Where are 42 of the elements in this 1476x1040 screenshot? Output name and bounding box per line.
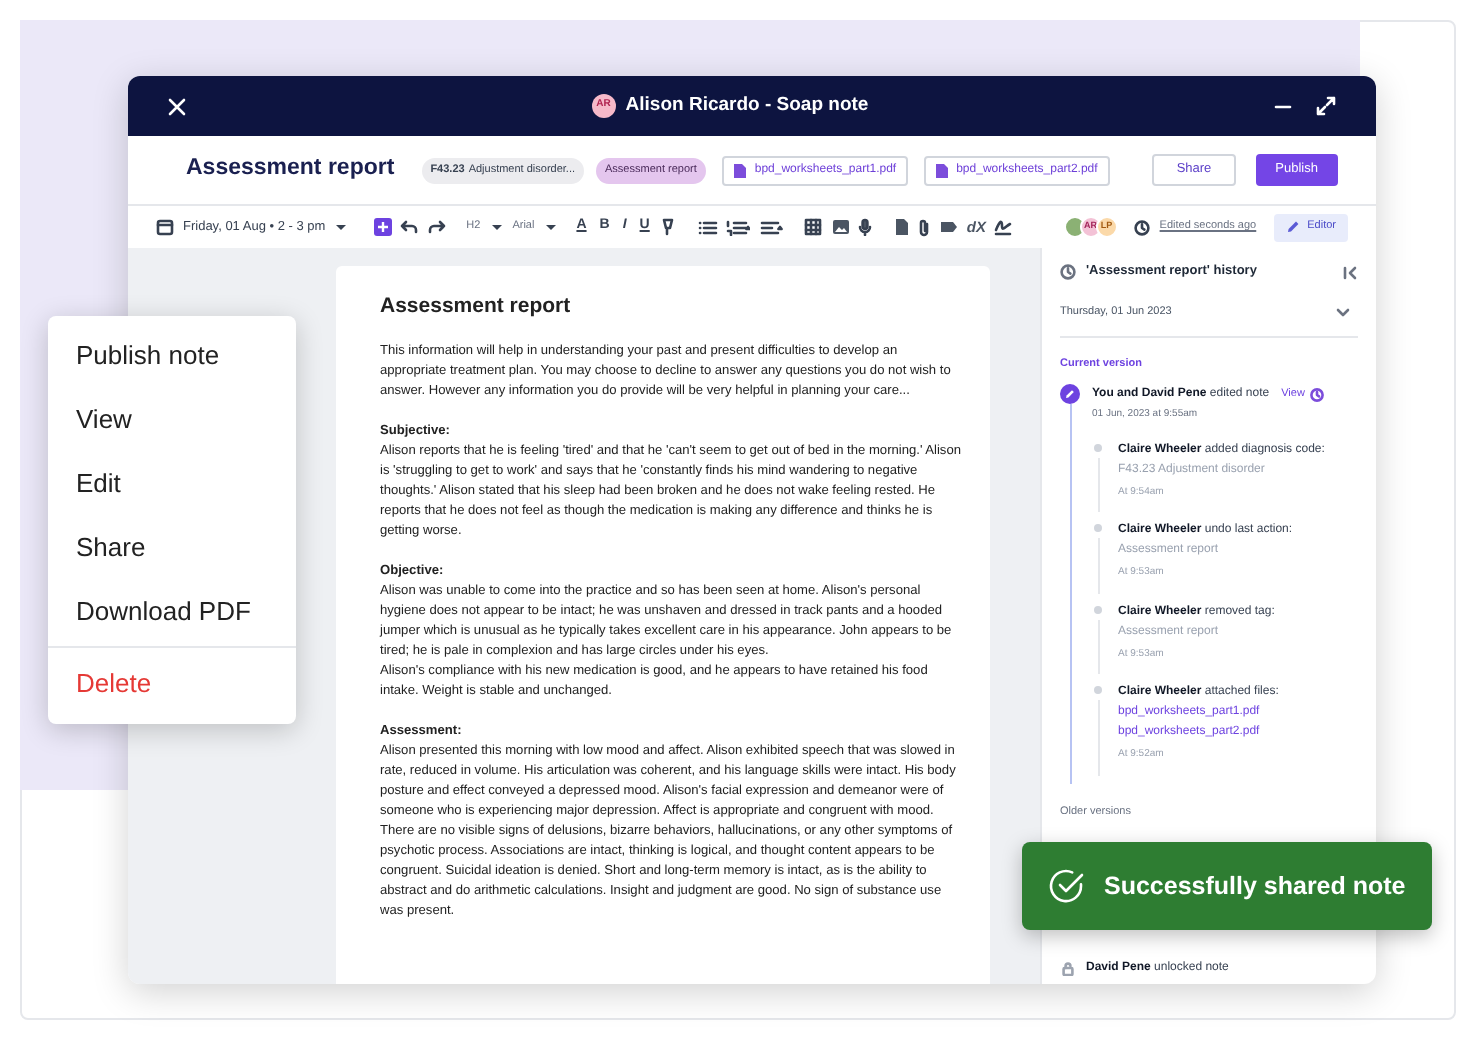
collapse-icon[interactable] <box>1342 265 1358 279</box>
label-icon[interactable] <box>939 220 958 234</box>
avatar-photo <box>1063 216 1086 238</box>
menu-item[interactable]: Share <box>48 516 296 580</box>
chevron-down-icon <box>1336 308 1350 318</box>
paperclip-icon[interactable] <box>918 217 931 237</box>
calendar-icon[interactable] <box>156 218 174 236</box>
table-icon[interactable] <box>804 218 823 236</box>
menu-item[interactable]: Download PDF <box>48 580 296 644</box>
caret-icon[interactable] <box>489 222 504 232</box>
document-icon[interactable] <box>893 218 910 236</box>
undo-icon[interactable] <box>400 220 419 234</box>
note-title: Assessment report <box>186 154 395 185</box>
delete-menu-item[interactable]: Delete <box>48 650 296 716</box>
pencil-icon <box>1285 220 1300 234</box>
lock-icon <box>1062 961 1074 975</box>
check-circle-icon <box>1046 866 1086 906</box>
menu-item[interactable]: View <box>48 388 296 452</box>
numbered-list-icon[interactable] <box>726 219 751 235</box>
edit-icon <box>1060 384 1080 405</box>
plus-icon[interactable] <box>373 218 392 236</box>
history-icon[interactable] <box>1134 219 1151 235</box>
microphone-icon[interactable] <box>858 218 873 236</box>
signature-icon[interactable] <box>994 218 1013 236</box>
window-title: Alison Ricardo - Soap note <box>625 91 869 120</box>
align-icon[interactable] <box>759 219 784 235</box>
toast-message: Successfully shared note <box>1104 869 1406 904</box>
restore-icon[interactable] <box>1310 387 1325 402</box>
redo-icon[interactable] <box>427 220 446 234</box>
menu-item[interactable]: Publish note <box>48 324 296 388</box>
document-title: Assessment report <box>380 292 573 322</box>
highlighter-icon[interactable] <box>660 218 677 236</box>
history-icon <box>1060 264 1076 280</box>
caret-icon[interactable] <box>334 222 349 232</box>
close-icon[interactable] <box>168 97 186 115</box>
bullet-list-icon[interactable] <box>697 219 718 235</box>
image-icon[interactable] <box>831 218 850 236</box>
expand-icon[interactable] <box>1316 96 1336 116</box>
menu-item[interactable]: Edit <box>48 452 296 516</box>
file-icon <box>734 163 747 177</box>
caret-icon[interactable] <box>543 222 558 232</box>
file-icon <box>936 163 949 177</box>
